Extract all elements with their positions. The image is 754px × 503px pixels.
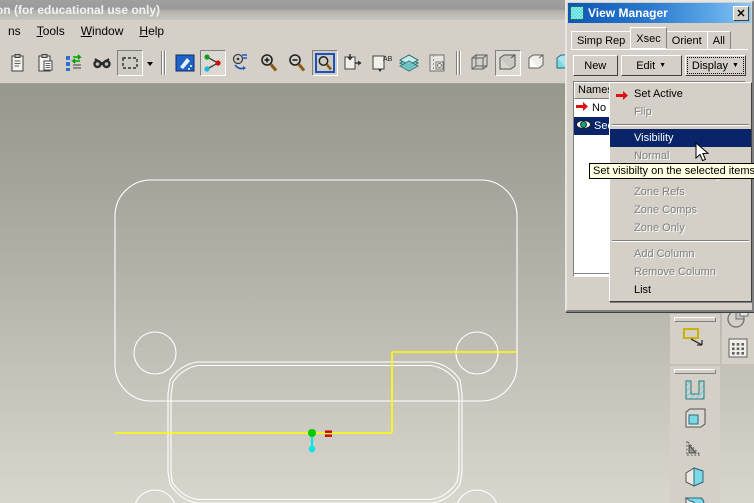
edit-button[interactable]: Edit ▼ — [620, 55, 682, 76]
menu-item-help[interactable]: Help — [131, 21, 172, 41]
csys-origin-point — [308, 429, 316, 437]
right-toolbar-group-a — [670, 314, 720, 364]
datum-marker-lower — [325, 434, 332, 437]
menu-item-window[interactable]: Window — [73, 21, 132, 41]
svg-text:AB: AB — [383, 56, 392, 63]
chevron-down-icon: ▼ — [731, 62, 739, 69]
tab-simp-rep[interactable]: Simp Rep — [571, 31, 632, 49]
selection-box-icon[interactable] — [117, 49, 143, 76]
list-item-label: No — [592, 102, 607, 114]
plate-outline — [114, 179, 518, 402]
display-button[interactable]: Display ▼ — [684, 55, 747, 76]
toolbar-separator — [164, 50, 166, 75]
red-arrow-icon — [576, 101, 589, 115]
corner-hole-tr — [455, 331, 499, 375]
hidden-line-icon[interactable] — [495, 49, 521, 76]
spin-center-icon[interactable] — [200, 49, 226, 76]
draft-icon[interactable] — [681, 434, 709, 462]
tab-xsec[interactable]: Xsec — [630, 27, 667, 49]
menu-separator — [612, 240, 749, 242]
shell-icon[interactable] — [681, 405, 709, 433]
menu-item-add-column[interactable]: Add Column — [610, 245, 751, 263]
datum-plane-icon[interactable] — [340, 50, 366, 76]
corner-hole-br — [456, 489, 498, 503]
datum-axis-icon[interactable]: AB — [368, 50, 394, 76]
datum-point-icon[interactable] — [396, 50, 422, 76]
right-toolbar-group-c — [670, 366, 720, 503]
datum-csys-icon[interactable] — [424, 50, 450, 76]
no-hidden-icon[interactable] — [523, 50, 549, 76]
toolbar-grip[interactable] — [674, 317, 716, 322]
menu-item-set-active[interactable]: Set Active — [610, 85, 751, 103]
datum-marker-upper — [325, 430, 332, 433]
selection-dropdown-icon[interactable] — [144, 50, 156, 76]
corner-hole-tl — [133, 331, 177, 375]
view-manager-titlebar: View Manager ✕ — [568, 3, 751, 23]
view-manager-button-row: New Edit ▼ Display ▼ — [571, 50, 748, 79]
csys-axis-point — [308, 445, 316, 453]
paste-icon[interactable] — [5, 50, 31, 76]
menu-item-visibility[interactable]: Visibility — [610, 129, 751, 147]
grid-icon[interactable] — [724, 334, 752, 362]
toolbar-separator — [459, 50, 461, 75]
menu-item-remove-column[interactable]: Remove Column — [610, 263, 751, 281]
menu-item-list[interactable]: List — [610, 281, 751, 299]
paste-special-icon[interactable] — [33, 50, 59, 76]
toolbar-separator — [456, 50, 458, 75]
zoom-in-icon[interactable] — [256, 50, 282, 76]
eye-icon — [576, 119, 591, 133]
close-icon[interactable]: ✕ — [733, 5, 749, 21]
view-manager-title: View Manager — [588, 6, 668, 20]
find-icon[interactable] — [89, 50, 115, 76]
tooltip: Set visibilty on the selected items — [589, 163, 754, 179]
refit-icon[interactable] — [312, 49, 338, 76]
menu-item-zone-comps[interactable]: Zone Comps — [610, 201, 751, 219]
tab-all[interactable]: All — [706, 31, 731, 49]
zoom-out-icon[interactable] — [284, 50, 310, 76]
menu-item-zone-refs[interactable]: Zone Refs — [610, 183, 751, 201]
menu-separator — [612, 124, 749, 126]
toolbar-grip[interactable] — [674, 369, 716, 374]
menu-item-tools[interactable]: Tools — [29, 21, 73, 41]
menu-item-flip[interactable]: Flip — [610, 103, 751, 121]
regenerate-icon[interactable] — [61, 50, 87, 76]
view-manager-tabs: Simp Rep Xsec Orient All — [571, 27, 752, 49]
round-icon[interactable] — [681, 492, 709, 503]
new-button[interactable]: New — [573, 55, 618, 76]
rib-icon[interactable] — [681, 463, 709, 491]
corner-hole-bl — [134, 489, 176, 503]
sketch-view-icon[interactable] — [681, 324, 709, 352]
menu-item-applications[interactable]: ns — [0, 21, 29, 41]
window-title: on (for educational use only) — [0, 3, 161, 17]
menu-item-zone-only[interactable]: Zone Only — [610, 219, 751, 237]
wireframe-icon[interactable] — [467, 50, 493, 76]
xsection-icon[interactable] — [681, 376, 709, 404]
chevron-down-icon: ▼ — [659, 62, 667, 69]
toolbar-separator — [161, 50, 163, 75]
view-manager-icon — [570, 6, 584, 20]
repaint-icon[interactable] — [172, 50, 198, 76]
display-dropdown-menu[interactable]: Set Active Flip Visibility Normal Show X… — [609, 82, 752, 302]
reorient-icon[interactable] — [228, 50, 254, 76]
tab-orient[interactable]: Orient — [665, 31, 708, 49]
